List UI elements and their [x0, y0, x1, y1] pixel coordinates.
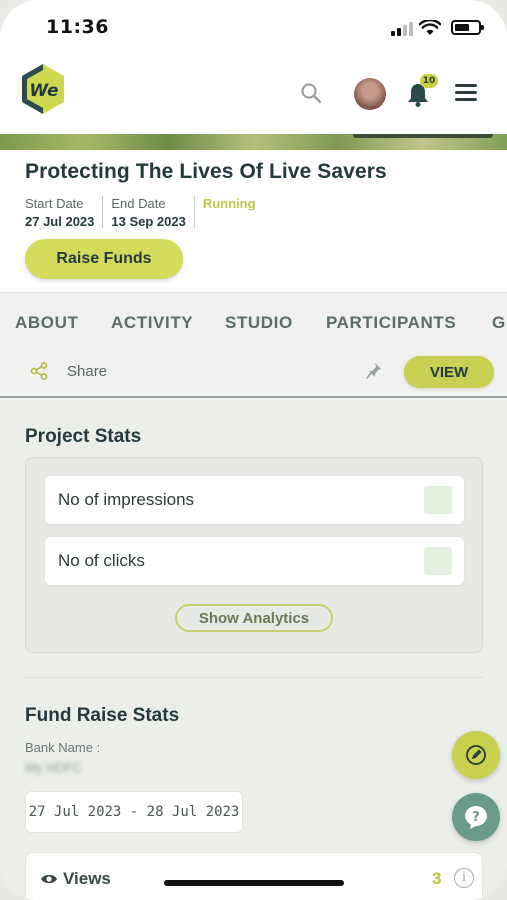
main-content: Project Stats No of impressions No of cl… [0, 400, 507, 900]
project-stats-title: Project Stats [25, 426, 142, 447]
eye-icon [41, 874, 57, 884]
cover-image [0, 134, 507, 150]
stat-label: No of impressions [58, 490, 195, 509]
end-date-label: End Date [111, 196, 166, 211]
end-date: End Date 13 Sep 2023 [111, 196, 195, 229]
project-header: Protecting The Lives Of Live Savers Star… [0, 150, 507, 292]
start-date: Start Date 27 Jul 2023 [25, 196, 104, 229]
notification-badge: 10 [420, 74, 438, 88]
tab-studio[interactable]: STUDIO [225, 313, 293, 333]
section-divider [25, 677, 483, 678]
menu-icon[interactable] [455, 84, 477, 102]
share-icon[interactable] [30, 362, 48, 380]
search-icon[interactable] [300, 82, 322, 104]
raise-funds-button[interactable]: Raise Funds [25, 239, 183, 279]
home-indicator[interactable] [164, 880, 344, 886]
bank-name-value: My HDFC [25, 760, 83, 775]
tab-activity[interactable]: ACTIVITY [111, 313, 193, 333]
tab-bar: ABOUT ACTIVITY STUDIO PARTICIPANTS G [0, 292, 507, 348]
stat-row-clicks: No of clicks [45, 537, 464, 585]
status-badge: Running [203, 196, 264, 228]
edit-icon [466, 745, 486, 765]
project-stats-card: No of impressions No of clicks Show Anal… [25, 457, 483, 653]
date-range-picker[interactable]: 27 Jul 2023 - 28 Jul 2023 [25, 791, 243, 833]
info-icon[interactable]: i [454, 868, 474, 888]
signal-icon [391, 22, 413, 36]
project-dates: Start Date 27 Jul 2023 End Date 13 Sep 2… [25, 196, 272, 229]
help-icon: ? [465, 806, 487, 829]
view-button[interactable]: VIEW [404, 356, 494, 388]
stat-value [424, 486, 452, 514]
bank-name-label: Bank Name : [25, 740, 101, 755]
logo-text: We [29, 81, 58, 101]
share-label[interactable]: Share [67, 363, 107, 380]
help-fab[interactable]: ? [452, 793, 500, 841]
stat-value [424, 547, 452, 575]
tab-participants[interactable]: PARTICIPANTS [326, 313, 456, 333]
status-bar: 11:36 [0, 0, 507, 54]
fund-raise-title: Fund Raise Stats [25, 705, 180, 726]
battery-icon [451, 20, 484, 35]
views-count: 3 [432, 869, 442, 888]
views-label-group: Views [40, 869, 111, 889]
we-logo[interactable]: We [20, 62, 66, 118]
stat-label: No of clicks [58, 551, 145, 570]
phone-screen: 11:36 We 10 Protecting The Lives Of Live… [0, 0, 507, 900]
tab-more[interactable]: G [492, 313, 506, 333]
notifications-button[interactable]: 10 [406, 74, 440, 110]
start-date-label: Start Date [25, 196, 84, 211]
views-card: Views 3 i [25, 852, 483, 900]
action-row: Share VIEW [0, 348, 507, 398]
show-analytics-button[interactable]: Show Analytics [175, 604, 333, 632]
start-date-value: 27 Jul 2023 [25, 214, 95, 229]
pin-icon[interactable] [366, 362, 382, 380]
project-title: Protecting The Lives Of Live Savers [25, 160, 387, 183]
app-header: We 10 [0, 54, 507, 134]
status-text: Running [202, 196, 256, 211]
status-time: 11:36 [46, 16, 109, 38]
views-label: Views [63, 869, 111, 888]
svg-text:?: ? [472, 810, 480, 825]
wifi-icon [419, 20, 441, 35]
stat-row-impressions: No of impressions [45, 476, 464, 524]
end-date-value: 13 Sep 2023 [111, 214, 186, 229]
edit-fab[interactable] [452, 731, 500, 779]
tab-about[interactable]: ABOUT [15, 313, 78, 333]
avatar[interactable] [354, 78, 386, 110]
